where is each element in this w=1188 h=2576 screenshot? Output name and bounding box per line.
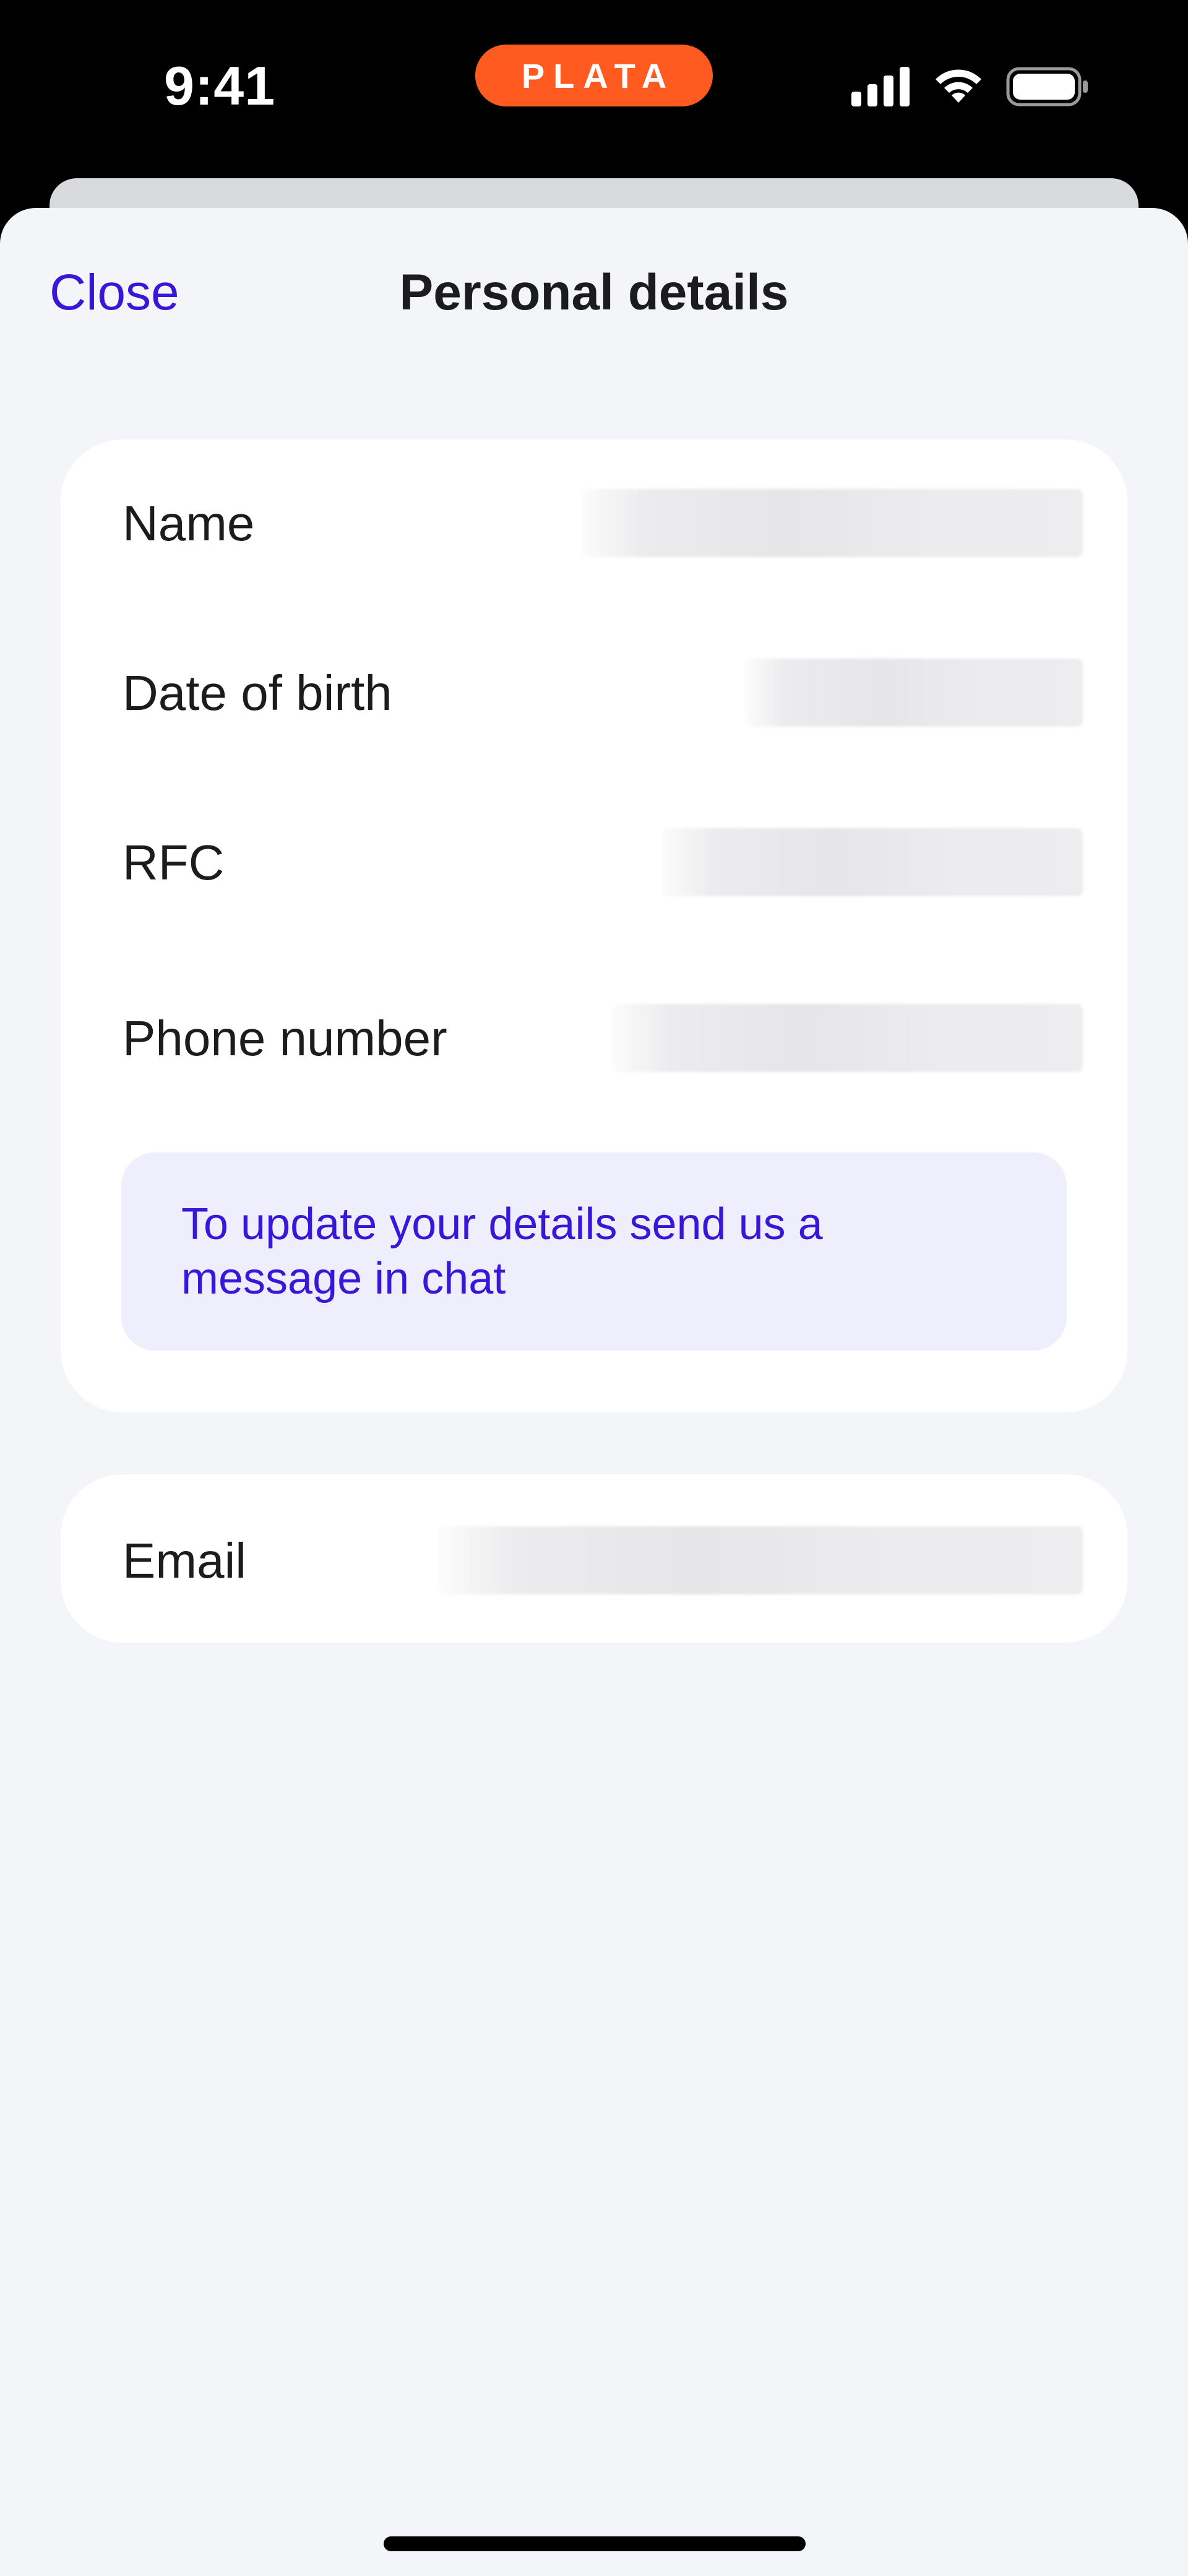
- update-details-notice: To update your details send us a message…: [121, 1152, 1067, 1351]
- detail-row-name: Name: [61, 489, 1127, 557]
- update-details-message: To update your details send us a message…: [181, 1199, 823, 1303]
- wifi-icon: [936, 69, 981, 103]
- personal-details-card: Name Date of birth RFC Phone number To u…: [61, 439, 1127, 1412]
- detail-label-rfc: RFC: [123, 835, 225, 890]
- detail-value-name-redacted: [582, 489, 1083, 557]
- status-bar: 9:41 PLATA: [0, 0, 1188, 179]
- home-indicator[interactable]: [384, 2536, 806, 2551]
- screen: 9:41 PLATA Close Personal details Name D…: [0, 0, 1188, 2576]
- personal-details-sheet: Close Personal details Name Date of birt…: [0, 208, 1188, 2576]
- detail-row-email: Email: [61, 1526, 1127, 1594]
- detail-label-email: Email: [123, 1533, 247, 1588]
- detail-value-email-redacted: [438, 1526, 1083, 1594]
- detail-row-phone-number: Phone number: [61, 1004, 1127, 1072]
- brand-logo-text: PLATA: [521, 56, 676, 95]
- detail-row-rfc: RFC: [61, 828, 1127, 896]
- detail-value-phone-number-redacted: [613, 1004, 1083, 1072]
- status-time: 9:41: [164, 55, 276, 116]
- detail-label-date-of-birth: Date of birth: [123, 665, 392, 720]
- detail-value-rfc-redacted: [662, 828, 1083, 896]
- detail-row-date-of-birth: Date of birth: [61, 659, 1127, 727]
- battery-icon: [1006, 67, 1088, 106]
- page-title: Personal details: [399, 264, 789, 321]
- detail-label-name: Name: [123, 496, 255, 551]
- email-card: Email: [61, 1474, 1127, 1643]
- brand-logo: PLATA: [475, 45, 713, 106]
- signal-icon: [851, 67, 910, 106]
- detail-label-phone-number: Phone number: [123, 1011, 447, 1066]
- detail-value-date-of-birth-redacted: [746, 659, 1083, 727]
